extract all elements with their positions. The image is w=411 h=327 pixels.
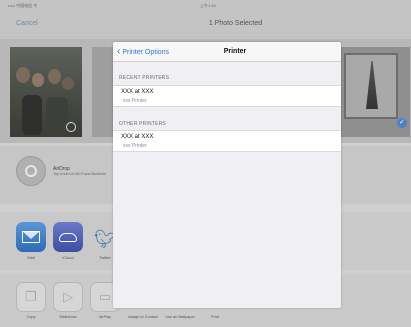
selected-checkmark-icon[interactable]: ✓ — [397, 118, 407, 128]
print-label: Print — [211, 315, 219, 319]
recent-printer-row[interactable]: XXX at XXX xxx Printer — [113, 85, 341, 107]
mail-icon[interactable] — [16, 222, 46, 252]
printer-name: XXX at XXX — [121, 89, 154, 95]
status-time: 上午1:44 — [200, 3, 216, 8]
copy-label: Copy — [26, 315, 36, 319]
printer-subtitle: xxx Printer — [123, 98, 147, 104]
status-bar: ••••• 中国电信 令 上午1:44 — [0, 0, 411, 11]
printer-subtitle: xxx Printer — [123, 143, 147, 149]
slideshow-icon[interactable]: ▷ — [53, 282, 83, 312]
photo-thumbnail[interactable] — [92, 47, 114, 137]
popover-nav-bar: ‹ Printer Options Printer — [113, 42, 341, 62]
airplay-label: AirPlay — [98, 315, 112, 319]
slideshow-label: Slideshow — [59, 315, 77, 319]
assign-contact-label: Assign to Contact — [128, 315, 158, 319]
airdrop-icon — [16, 156, 46, 186]
popover-title: Printer — [223, 48, 247, 55]
nav-bar: Cancel 1 Photo Selected — [0, 11, 411, 39]
other-printer-row[interactable]: XXX at XXX xxx Printer — [113, 130, 341, 152]
icloud-icon[interactable] — [53, 222, 83, 252]
other-printers-header: OTHER PRINTERS — [119, 121, 166, 127]
airdrop-description: Tap to turn on Wi-Fi and Bluetooth — [53, 172, 107, 176]
wallpaper-label: Use as Wallpaper — [165, 315, 195, 319]
mail-label: Mail — [27, 255, 35, 260]
share-sheet-screen: ••••• 中国电信 令 上午1:44 Cancel 1 Photo Selec… — [0, 0, 411, 327]
icloud-label: iCloud — [62, 255, 74, 260]
copy-icon[interactable]: ❐ — [16, 282, 46, 312]
printer-popover: ‹ Printer Options Printer RECENT PRINTER… — [113, 42, 341, 308]
printer-name: XXX at XXX — [121, 134, 154, 140]
recent-printers-header: RECENT PRINTERS — [119, 75, 170, 81]
unselected-circle-icon[interactable] — [66, 122, 76, 132]
nav-title: 1 Photo Selected — [208, 20, 263, 27]
carrier-signal: ••••• 中国电信 令 — [8, 3, 38, 8]
